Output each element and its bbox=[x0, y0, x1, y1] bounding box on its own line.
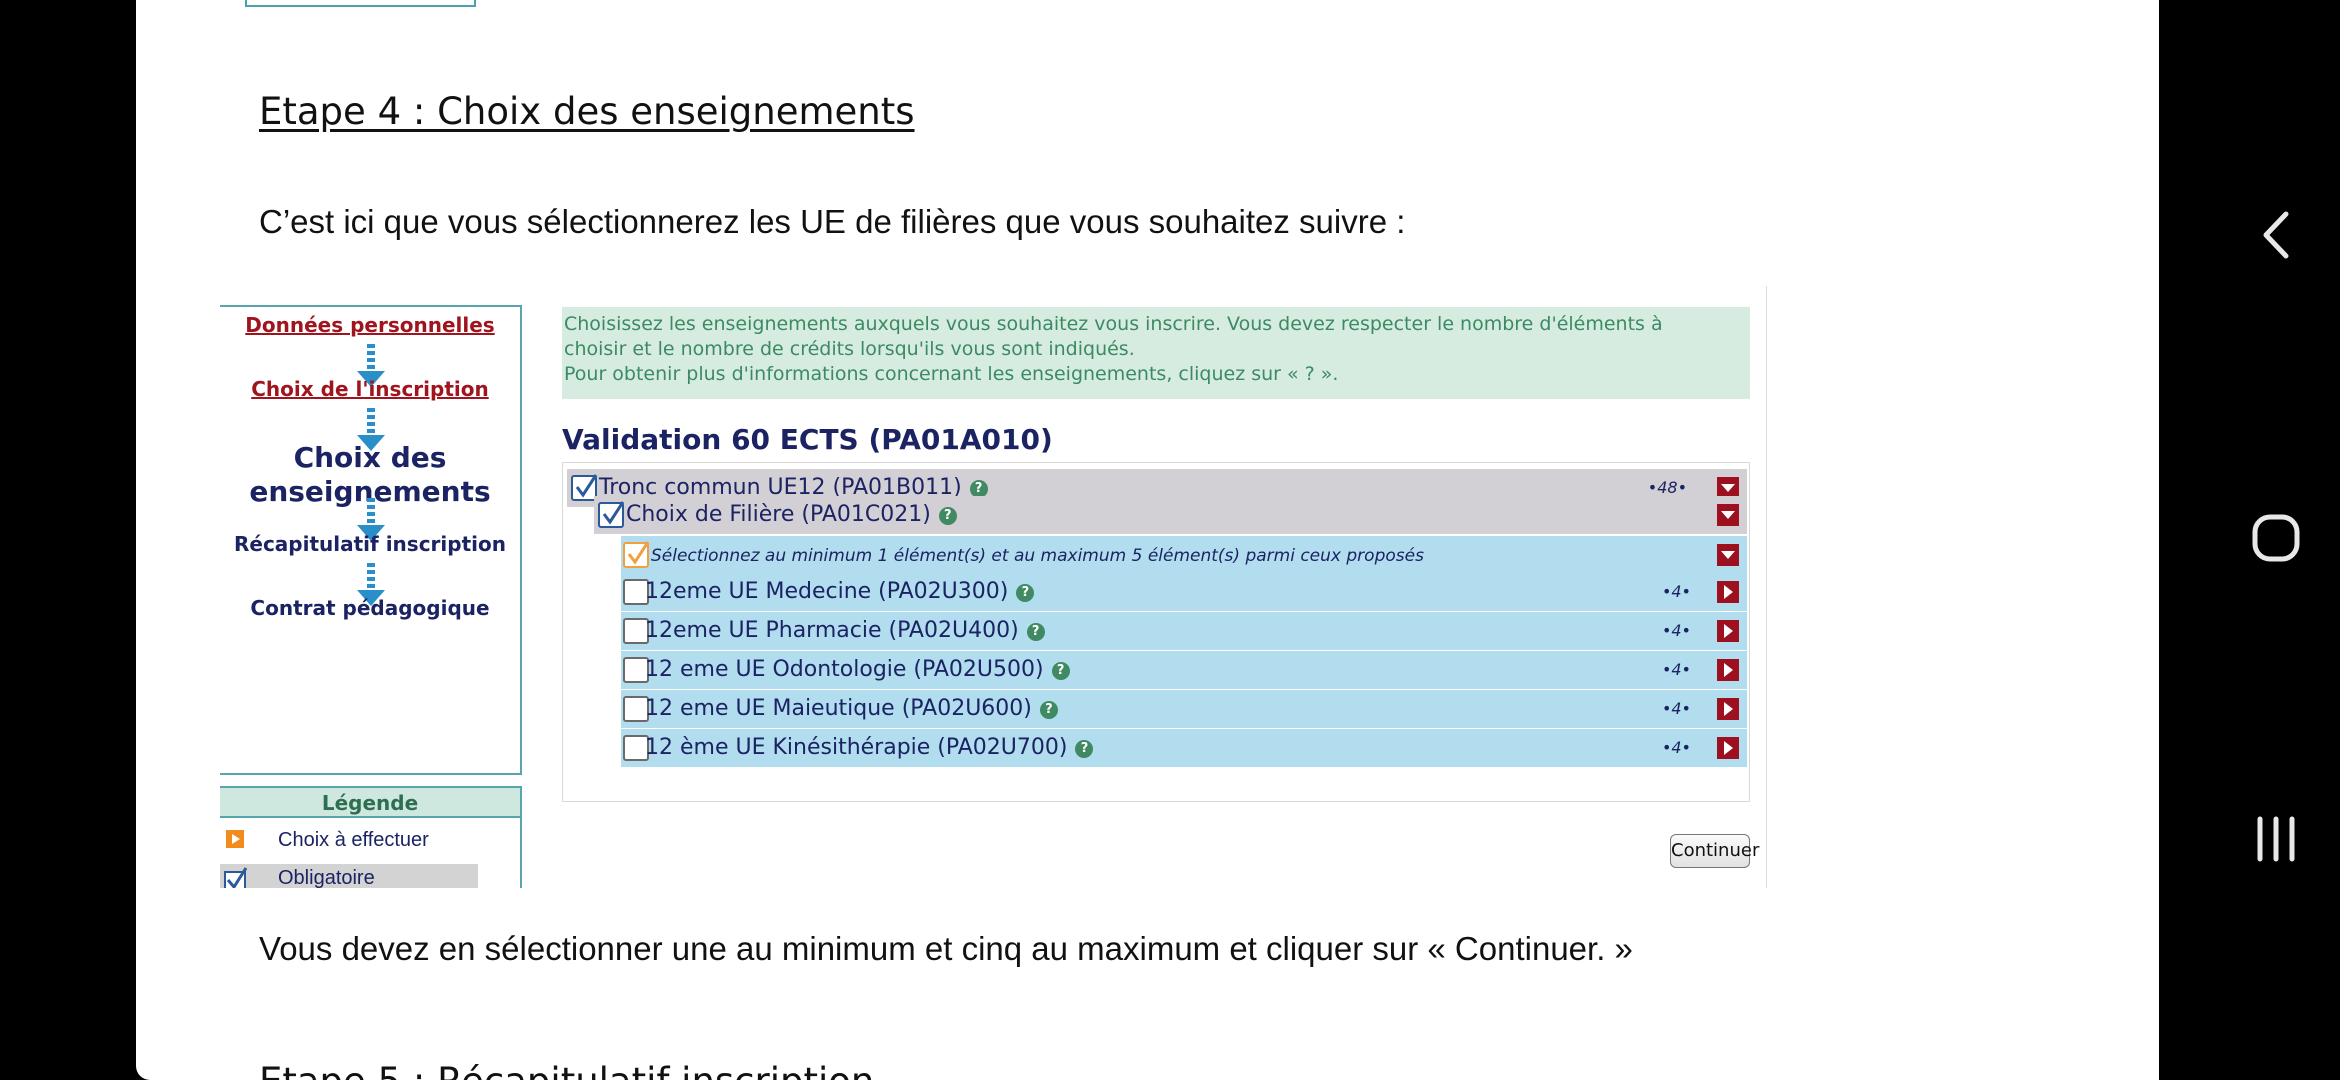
tree-row-option: 12eme UE Pharmacie (PA02U400)? •4• bbox=[621, 612, 1747, 650]
step-choix-inscription[interactable]: Choix de l'inscription bbox=[220, 377, 520, 401]
orange-play-icon bbox=[226, 830, 244, 848]
option-text: 12 eme UE Maieutique (PA02U600) bbox=[645, 696, 1032, 721]
expand-triangle-icon[interactable] bbox=[1717, 698, 1739, 720]
choix-filiere-text: Choix de Filière (PA01C021) bbox=[626, 502, 931, 527]
option-label: 12 ème UE Kinésithérapie (PA02U700)? bbox=[645, 735, 1094, 760]
home-icon[interactable] bbox=[2252, 514, 2300, 562]
info-line: Pour obtenir plus d'informations concern… bbox=[564, 363, 1339, 385]
option-text: 12 ème UE Kinésithérapie (PA02U700) bbox=[645, 735, 1068, 760]
help-icon[interactable]: ? bbox=[1016, 584, 1035, 602]
legend-item-choix: Choix à effectuer bbox=[220, 826, 480, 854]
option-label: 12eme UE Medecine (PA02U300)? bbox=[645, 579, 1035, 604]
expand-triangle-icon[interactable] bbox=[1717, 581, 1739, 603]
tree-row-option: 12 eme UE Maieutique (PA02U600)? •4• bbox=[621, 690, 1747, 728]
collapse-triangle-icon[interactable] bbox=[1717, 504, 1739, 526]
continue-button[interactable]: Continuer bbox=[1670, 834, 1759, 868]
help-icon[interactable]: ? bbox=[1075, 740, 1094, 758]
expand-triangle-icon[interactable] bbox=[1717, 620, 1739, 642]
course-tree: Tronc commun UE12 (PA01B011)? •48• Choix… bbox=[562, 462, 1750, 802]
option-label: 12 eme UE Maieutique (PA02U600)? bbox=[645, 696, 1058, 721]
help-icon[interactable]: ? bbox=[1039, 701, 1058, 719]
choix-filiere-checkbox[interactable] bbox=[598, 501, 625, 528]
option-text: 12eme UE Pharmacie (PA02U400) bbox=[645, 618, 1019, 643]
step-donnees-personnelles[interactable]: Données personnelles bbox=[220, 313, 520, 337]
step-recapitulatif: Récapitulatif inscription bbox=[233, 532, 506, 556]
checkmark-icon bbox=[224, 867, 248, 888]
info-line: choisir et le nombre de crédits lorsqu'i… bbox=[564, 338, 1135, 360]
info-line: Choisissez les enseignements auxquels vo… bbox=[564, 313, 1663, 335]
tree-row-option: 12eme UE Medecine (PA02U300)? •4• bbox=[621, 573, 1747, 611]
instructions-box: Choisissez les enseignements auxquels vo… bbox=[562, 307, 1750, 399]
section-heading-etape5: Etape 5 : Récapitulatif inscription bbox=[259, 1060, 874, 1080]
back-chevron-icon[interactable] bbox=[2262, 210, 2290, 260]
outro-paragraph: Vous devez en sélectionner une au minimu… bbox=[259, 930, 1633, 967]
expand-triangle-icon[interactable] bbox=[1717, 737, 1739, 759]
validation-title: Validation 60 ECTS (PA01A010) bbox=[562, 423, 1053, 456]
intro-paragraph: C’est ici que vous sélectionnerez les UE… bbox=[259, 203, 1406, 240]
help-icon[interactable]: ? bbox=[1051, 662, 1070, 680]
credits-badge: •4• bbox=[1661, 582, 1691, 601]
option-text: 12 eme UE Odontologie (PA02U500) bbox=[645, 657, 1044, 682]
tree-row-selection-instruction: Sélectionnez au minimum 1 élément(s) et … bbox=[621, 536, 1747, 574]
option-label: 12eme UE Pharmacie (PA02U400)? bbox=[645, 618, 1045, 643]
collapse-triangle-icon[interactable] bbox=[1717, 544, 1739, 566]
help-icon[interactable]: ? bbox=[938, 507, 957, 525]
recent-apps-icon[interactable] bbox=[2254, 816, 2298, 862]
registration-steps-sidebar: Données personnelles Choix de l'inscript… bbox=[220, 305, 522, 775]
choice-group-checkbox bbox=[623, 541, 650, 568]
document-page: Etape 4 : Choix des enseignements C’est … bbox=[136, 0, 2159, 1080]
expand-triangle-icon[interactable] bbox=[1717, 659, 1739, 681]
credits-badge: •48• bbox=[1647, 478, 1687, 497]
section-heading-etape4: Etape 4 : Choix des enseignements bbox=[259, 90, 915, 133]
option-label: 12 eme UE Odontologie (PA02U500)? bbox=[645, 657, 1070, 682]
credits-badge: •4• bbox=[1661, 738, 1691, 757]
choix-filiere-label: Choix de Filière (PA01C021)? bbox=[626, 502, 957, 527]
legend-item-obligatoire: Obligatoire bbox=[220, 864, 478, 888]
tree-row-choix-filiere: Choix de Filière (PA01C021)? bbox=[594, 496, 1747, 534]
option-text: 12eme UE Medecine (PA02U300) bbox=[645, 579, 1009, 604]
help-icon[interactable]: ? bbox=[1026, 623, 1045, 641]
embedded-border bbox=[1766, 286, 1767, 888]
credits-badge: •4• bbox=[1661, 621, 1691, 640]
legend-label: Obligatoire bbox=[278, 867, 375, 888]
credits-badge: •4• bbox=[1661, 699, 1691, 718]
step-contrat-pedagogique: Contrat pédagogique bbox=[250, 596, 490, 620]
legend-title: Légende bbox=[220, 788, 520, 818]
embedded-screenshot: Données personnelles Choix de l'inscript… bbox=[218, 286, 1767, 888]
legend-label: Choix à effectuer bbox=[278, 829, 429, 851]
tree-row-option: 12 ème UE Kinésithérapie (PA02U700)? •4• bbox=[621, 729, 1747, 767]
credits-badge: •4• bbox=[1661, 660, 1691, 679]
legend-box: Légende Choix à effectuer Obligatoire bbox=[220, 786, 522, 888]
selection-instruction-text: Sélectionnez au minimum 1 élément(s) et … bbox=[651, 546, 1424, 566]
previous-image-fragment bbox=[245, 0, 476, 7]
tree-row-option: 12 eme UE Odontologie (PA02U500)? •4• bbox=[621, 651, 1747, 689]
step-current-line1: Choix des bbox=[293, 441, 447, 474]
